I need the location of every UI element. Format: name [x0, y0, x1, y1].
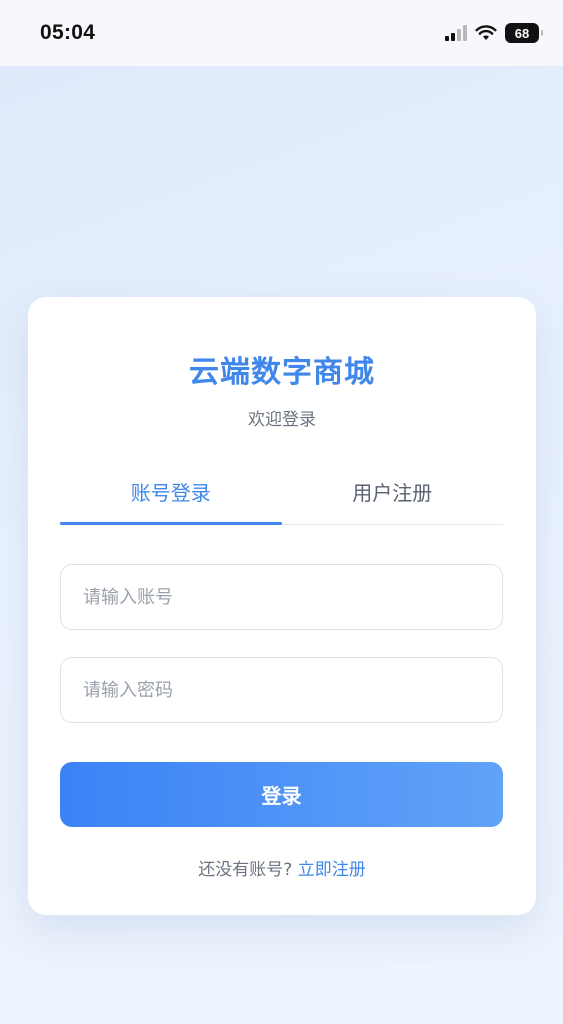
status-icons: 68	[445, 23, 543, 43]
account-field	[60, 564, 503, 630]
password-field	[60, 657, 503, 723]
tab-user-register[interactable]: 用户注册	[282, 467, 504, 524]
battery-icon: 68	[505, 23, 543, 43]
cellular-signal-icon	[445, 25, 467, 41]
auth-tabs: 账号登录 用户注册	[60, 467, 503, 525]
register-prompt: 还没有账号? 立即注册	[28, 855, 536, 880]
register-prompt-text: 还没有账号?	[198, 860, 293, 880]
account-input[interactable]	[61, 565, 502, 629]
battery-level: 68	[514, 25, 530, 41]
status-bar: 05:04 68	[0, 0, 563, 66]
welcome-subtitle: 欢迎登录	[248, 410, 316, 430]
login-button[interactable]: 登录	[60, 762, 503, 827]
app-title: 云端数字商城	[189, 355, 375, 390]
login-card: 云端数字商城 欢迎登录 账号登录 用户注册 登录 还没有账号? 立即注册	[28, 297, 536, 915]
wifi-icon	[475, 25, 497, 40]
tab-account-login[interactable]: 账号登录	[60, 467, 282, 525]
register-link[interactable]: 立即注册	[298, 860, 366, 880]
status-time: 05:04	[40, 21, 96, 44]
password-input[interactable]	[61, 658, 502, 722]
